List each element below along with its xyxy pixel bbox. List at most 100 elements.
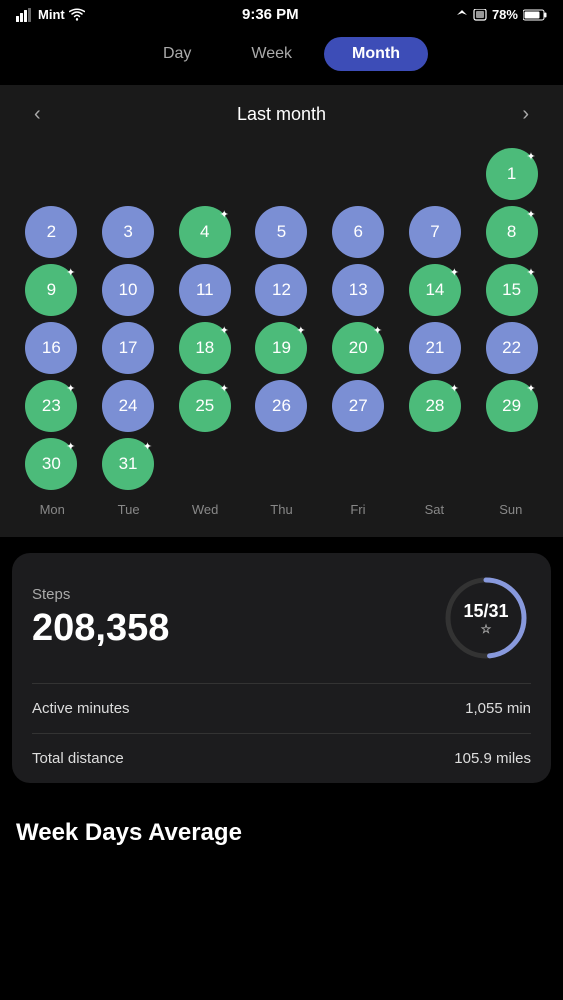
day-circle: 29✦	[486, 380, 538, 432]
sim-icon	[473, 9, 487, 21]
day-cell[interactable]: 19✦	[244, 322, 319, 374]
star-badge: ✦	[143, 440, 152, 453]
day-cell[interactable]: 2	[14, 206, 89, 258]
star-badge: ✦	[220, 324, 229, 337]
day-cell[interactable]: 3	[91, 206, 166, 258]
calendar-grid: 1✦ 23 4✦567 8✦ 9✦1011 12 13 14✦ 15✦ 16 1718✦19✦ 20✦…	[10, 148, 553, 490]
calendar-section: ‹ Last month › 1✦234✦5678✦9✦1011121314✦1…	[0, 85, 563, 537]
total-distance-value: 105.9 miles	[454, 750, 531, 767]
day-label: Tue	[90, 502, 166, 517]
signal-icon	[16, 8, 34, 22]
day-circle: 7	[409, 206, 461, 258]
ring-text: 15/31 ☆	[463, 601, 508, 636]
star-badge: ✦	[526, 382, 535, 395]
day-cell[interactable]: 31✦	[91, 438, 166, 490]
steps-value: 208,358	[32, 607, 169, 650]
day-cell[interactable]: 14✦	[398, 264, 473, 316]
star-badge: ✦	[526, 208, 535, 221]
day-cell[interactable]: 27	[321, 380, 396, 432]
active-minutes-label: Active minutes	[32, 700, 130, 717]
status-bar: Mint 9:36 PM 78%	[0, 0, 563, 27]
stats-card: Steps 208,358 15/31 ☆ Active minutes 1,0…	[12, 553, 551, 783]
day-cell[interactable]: 21	[398, 322, 473, 374]
day-cell[interactable]: 8✦	[474, 206, 549, 258]
tab-week[interactable]: Week	[223, 37, 320, 71]
day-cell[interactable]: 15✦	[474, 264, 549, 316]
day-circle: 20✦	[332, 322, 384, 374]
calendar-title: Last month	[237, 104, 326, 125]
day-cell[interactable]: 22	[474, 322, 549, 374]
tab-bar: Day Week Month	[0, 27, 563, 85]
day-label: Mon	[14, 502, 90, 517]
day-cell[interactable]: 1✦	[474, 148, 549, 200]
day-cell	[321, 148, 396, 200]
day-circle: 12	[255, 264, 307, 316]
day-circle: 30✦	[25, 438, 77, 490]
day-circle: 16	[25, 322, 77, 374]
day-circle: 6	[332, 206, 384, 258]
day-circle: 13	[332, 264, 384, 316]
week-avg-title: Week Days Average	[0, 799, 563, 857]
day-circle: 21	[409, 322, 461, 374]
carrier-label: Mint	[38, 7, 65, 22]
star-badge: ✦	[526, 150, 535, 163]
status-left: Mint	[16, 7, 85, 22]
day-cell[interactable]: 17	[91, 322, 166, 374]
day-cell[interactable]: 18✦	[167, 322, 242, 374]
day-cell[interactable]: 4✦	[167, 206, 242, 258]
day-label: Fri	[320, 502, 396, 517]
calendar-nav: ‹ Last month ›	[10, 99, 553, 148]
day-cell[interactable]: 13	[321, 264, 396, 316]
next-month-button[interactable]: ›	[514, 99, 537, 130]
day-cell[interactable]: 12	[244, 264, 319, 316]
day-circle: 19✦	[255, 322, 307, 374]
star-badge: ✦	[526, 266, 535, 279]
tab-day[interactable]: Day	[135, 37, 219, 71]
day-circle: 28✦	[409, 380, 461, 432]
day-circle: 14✦	[409, 264, 461, 316]
star-badge: ✦	[66, 440, 75, 453]
day-cell[interactable]: 29✦	[474, 380, 549, 432]
day-label: Sun	[473, 502, 549, 517]
day-labels: MonTueWedThuFriSatSun	[10, 490, 553, 517]
day-cell[interactable]: 24	[91, 380, 166, 432]
day-cell[interactable]: 7	[398, 206, 473, 258]
day-cell	[474, 438, 549, 490]
day-circle: 8✦	[486, 206, 538, 258]
day-cell[interactable]: 26	[244, 380, 319, 432]
day-cell[interactable]: 16	[14, 322, 89, 374]
day-circle: 24	[102, 380, 154, 432]
star-badge: ✦	[220, 382, 229, 395]
day-cell[interactable]: 6	[321, 206, 396, 258]
day-circle: 23✦	[25, 380, 77, 432]
day-cell[interactable]: 20✦	[321, 322, 396, 374]
status-right: 78%	[456, 7, 547, 22]
day-circle: 11	[179, 264, 231, 316]
prev-month-button[interactable]: ‹	[26, 99, 49, 130]
day-cell[interactable]: 5	[244, 206, 319, 258]
day-cell	[167, 148, 242, 200]
day-cell	[167, 438, 242, 490]
day-cell[interactable]: 9✦	[14, 264, 89, 316]
day-circle: 3	[102, 206, 154, 258]
day-circle: 4✦	[179, 206, 231, 258]
day-circle: 15✦	[486, 264, 538, 316]
day-label: Sat	[396, 502, 472, 517]
day-cell[interactable]: 28✦	[398, 380, 473, 432]
day-cell[interactable]: 10	[91, 264, 166, 316]
steps-label: Steps	[32, 586, 169, 603]
day-cell[interactable]: 23✦	[14, 380, 89, 432]
day-cell[interactable]: 11	[167, 264, 242, 316]
steps-info: Steps 208,358	[32, 586, 169, 650]
star-badge: ✦	[450, 382, 459, 395]
day-cell[interactable]: 30✦	[14, 438, 89, 490]
day-cell	[321, 438, 396, 490]
tab-month[interactable]: Month	[324, 37, 428, 71]
battery-percent: 78%	[492, 7, 518, 22]
day-cell[interactable]: 25✦	[167, 380, 242, 432]
day-cell	[244, 438, 319, 490]
ring-star-icon: ☆	[463, 622, 508, 636]
day-circle: 31✦	[102, 438, 154, 490]
day-circle: 25✦	[179, 380, 231, 432]
star-badge: ✦	[66, 266, 75, 279]
